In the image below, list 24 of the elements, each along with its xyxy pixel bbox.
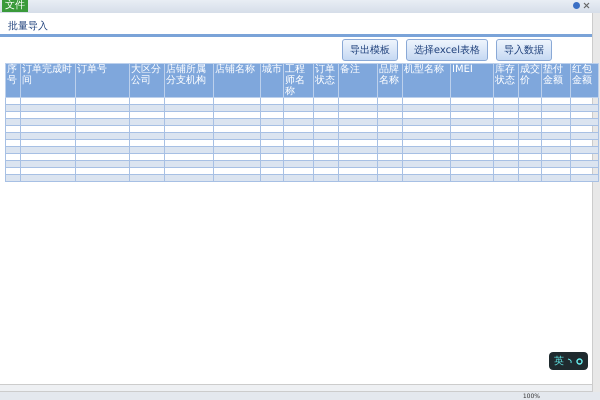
column-header: 店铺名称 — [214, 64, 260, 98]
column-header: 城市 — [260, 64, 284, 98]
column-header: 垫付金额 — [542, 64, 570, 98]
close-icon[interactable] — [583, 2, 590, 9]
column-header: 订单状态 — [314, 64, 338, 98]
ime-toolbar[interactable]: 英 — [549, 352, 588, 370]
column-header: 工程师名称 — [284, 64, 314, 98]
column-header: 成交价 — [518, 64, 542, 98]
column-header: IMEI — [450, 64, 494, 98]
horizontal-scrollbar[interactable] — [0, 384, 592, 392]
column-header: 品牌名称 — [378, 64, 402, 98]
column-header: 订单完成时间 — [20, 64, 76, 98]
column-header: 店铺所属分支机构 — [164, 64, 214, 98]
toolbar-button[interactable]: 导入数据 — [496, 39, 552, 61]
toolbar-button[interactable]: 选择excel表格 — [406, 39, 488, 61]
page-title: 批量导入 — [8, 21, 48, 32]
column-header: 订单号 — [76, 64, 130, 98]
column-header: 序号 — [6, 64, 20, 98]
column-header: 机型名称 — [402, 64, 450, 98]
column-header: 红包金额 — [570, 64, 598, 98]
column-header: 库存状态 — [494, 64, 518, 98]
column-header: 大区分公司 — [130, 64, 164, 98]
column-header: 备注 — [338, 64, 378, 98]
toolbar-button[interactable]: 导出模板 — [342, 39, 398, 61]
